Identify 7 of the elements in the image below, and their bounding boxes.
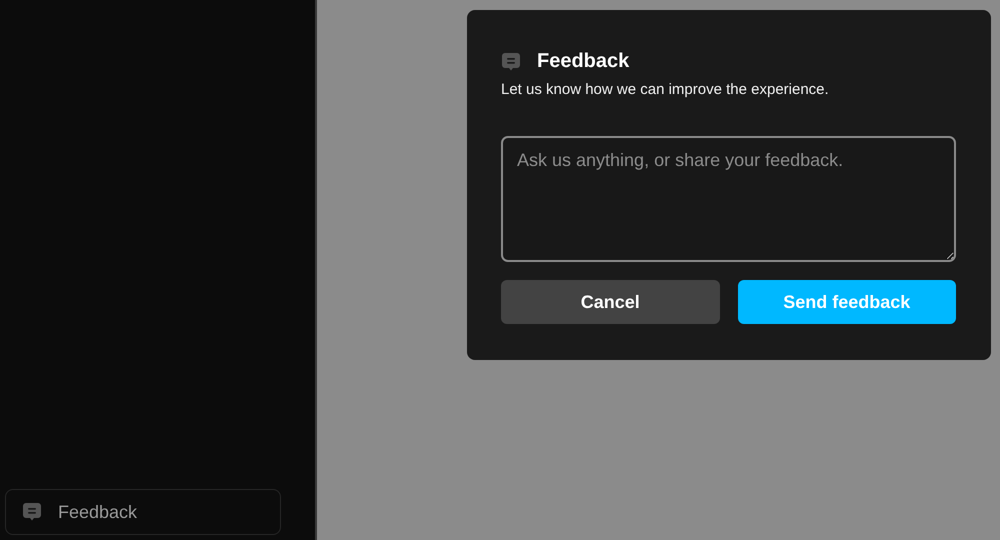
chat-icon [22,502,42,522]
dialog-subtitle: Let us know how we can improve the experience. [501,81,830,98]
cancel-button[interactable]: Cancel [501,280,720,324]
dialog-title: Feedback [537,50,630,73]
chat-icon [501,52,521,72]
feedback-button[interactable]: Feedback [5,489,281,535]
message-field[interactable]: Ask us anything, or share your feedback. [501,136,956,262]
